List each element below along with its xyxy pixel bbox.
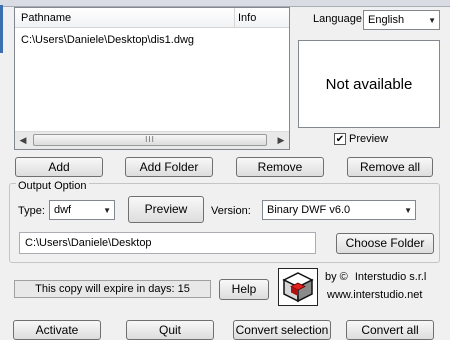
chevron-down-icon: ▼: [404, 206, 412, 215]
interstudio-logo: [278, 268, 318, 306]
preview-checkbox-label: Preview: [349, 133, 389, 145]
column-header-pathname[interactable]: Pathname: [15, 8, 235, 28]
expiry-notice: This copy will expire in days: 15: [14, 280, 211, 298]
company-name: Interstudio s.r.l: [354, 271, 427, 283]
preview-checkbox[interactable]: ✔: [334, 133, 346, 145]
version-label: Version:: [211, 205, 251, 217]
remove-button[interactable]: Remove: [236, 157, 324, 177]
copyright-text: by © Interstudio s.r.l: [325, 271, 426, 283]
convert-all-button[interactable]: Convert all: [346, 320, 434, 340]
language-label: Language:: [313, 13, 365, 25]
scroll-right-icon[interactable]: ▶: [275, 134, 287, 146]
language-value: English: [368, 14, 405, 26]
preview-panel: Not available: [298, 40, 440, 128]
type-value: dwf: [54, 204, 72, 216]
version-value: Binary DWF v6.0: [267, 204, 351, 216]
chevron-down-icon: ▼: [103, 206, 111, 215]
by-label: by ©: [325, 271, 348, 283]
output-folder-field[interactable]: C:\Users\Daniele\Desktop: [19, 232, 316, 254]
preview-button[interactable]: Preview: [128, 196, 204, 223]
scrollbar-thumb[interactable]: III: [33, 134, 267, 146]
quit-button[interactable]: Quit: [126, 320, 214, 340]
checkmark-icon: ✔: [335, 134, 345, 145]
chevron-down-icon: ▼: [428, 16, 436, 25]
choose-folder-button[interactable]: Choose Folder: [336, 233, 434, 254]
window-left-edge: [0, 5, 3, 53]
help-button[interactable]: Help: [219, 279, 269, 300]
add-button[interactable]: Add: [15, 157, 103, 177]
scroll-left-icon[interactable]: ◀: [17, 134, 29, 146]
version-select[interactable]: Binary DWF v6.0 ▼: [262, 200, 416, 220]
type-label: Type:: [18, 205, 45, 217]
convert-selection-button[interactable]: Convert selection: [233, 320, 331, 340]
website-link[interactable]: www.interstudio.net: [327, 289, 422, 301]
window-top-edge: [0, 0, 450, 7]
cube-logo-icon: [282, 272, 314, 303]
horizontal-scrollbar[interactable]: ◀ III ▶: [15, 131, 289, 149]
list-item[interactable]: C:\Users\Daniele\Desktop\dis1.dwg: [21, 34, 194, 46]
activate-button[interactable]: Activate: [13, 320, 101, 340]
remove-all-button[interactable]: Remove all: [347, 157, 433, 177]
file-list[interactable]: Pathname Info C:\Users\Daniele\Desktop\d…: [14, 7, 290, 150]
language-select[interactable]: English ▼: [363, 10, 440, 30]
preview-status: Not available: [325, 76, 413, 93]
column-header-info[interactable]: Info: [235, 8, 289, 28]
output-option-title: Output Option: [16, 180, 89, 192]
add-folder-button[interactable]: Add Folder: [125, 157, 213, 177]
type-select[interactable]: dwf ▼: [49, 200, 115, 220]
